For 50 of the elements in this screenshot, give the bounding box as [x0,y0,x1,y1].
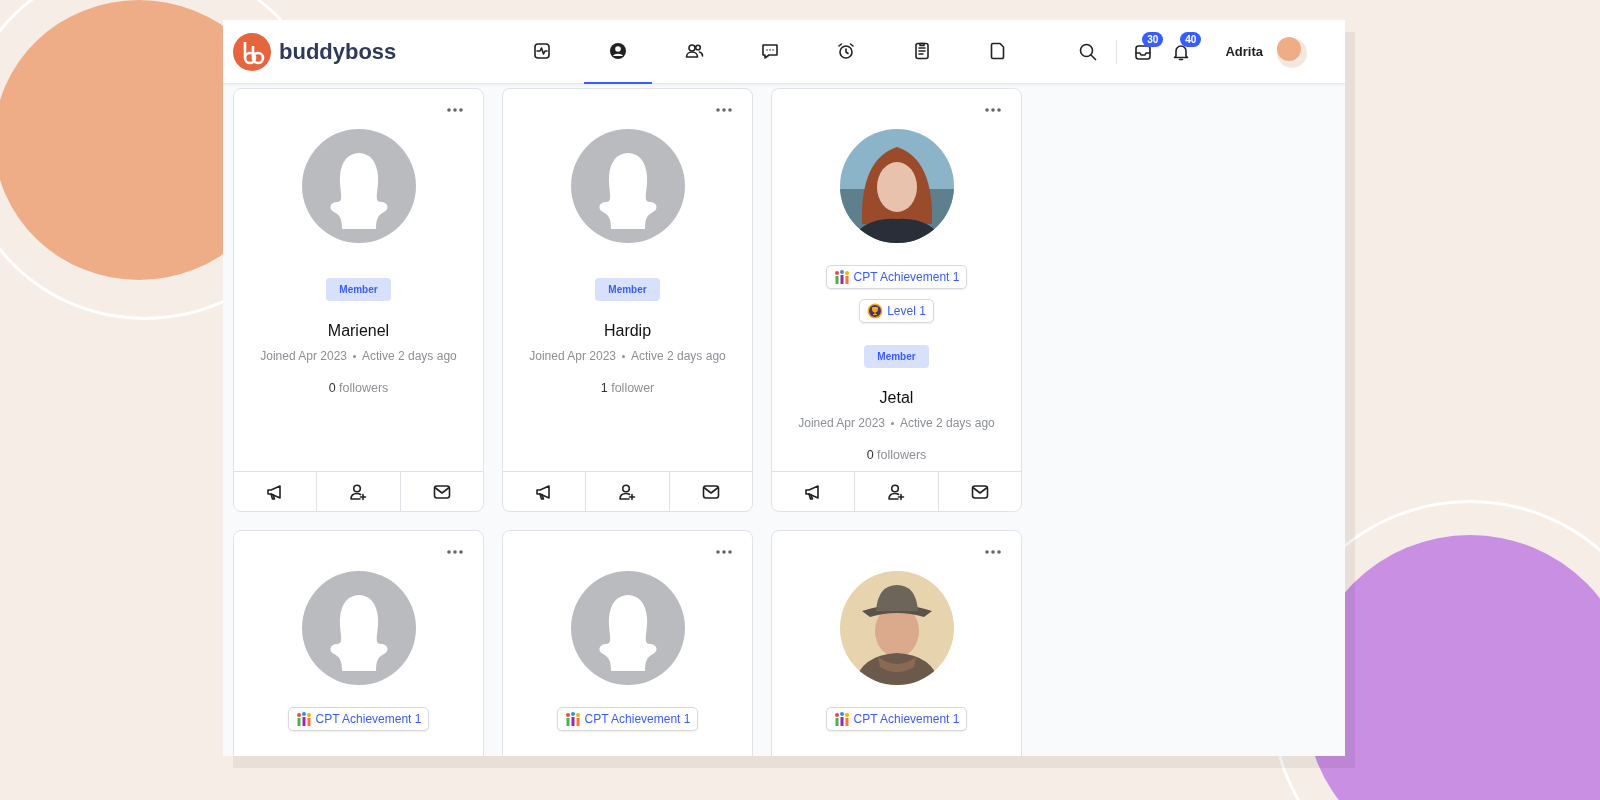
member-name[interactable]: Jetal [879,386,914,410]
last-active: Active 2 days ago [900,415,995,432]
followers-count: 0 followers [866,447,927,464]
more-icon [716,107,732,112]
count-badge: 40 [1180,31,1202,47]
followers-count: 1 follower [600,380,655,397]
member-name[interactable]: Hardip [603,319,652,343]
level-badge[interactable]: Level 1 [859,299,934,323]
separator-dot [622,354,625,358]
search-icon[interactable] [1078,41,1099,62]
more-icon [447,107,463,112]
separator-dot [891,421,894,425]
avatar-placeholder-icon [570,571,685,685]
achievement-badge[interactable]: CPT Achievement 1 [287,707,430,731]
more-icon [716,549,732,554]
achievement-badge[interactable]: CPT Achievement 1 [825,707,968,731]
achievement-badge[interactable]: CPT Achievement 1 [825,265,968,289]
add-user-icon [348,481,369,502]
user-name[interactable]: Adrita [1225,41,1263,62]
avatar-placeholder-icon [301,129,416,243]
last-active: Active 2 days ago [362,348,457,365]
member-name[interactable]: Marienel [327,319,390,343]
avatar-placeholder-icon [301,571,416,685]
alarm-clock-icon [836,40,857,61]
member-type-tag: Member [864,345,929,368]
more-icon [985,549,1001,554]
more-icon [447,549,463,554]
last-active: Active 2 days ago [631,348,726,365]
trophy-medal-icon [867,303,884,319]
more-icon [985,107,1001,112]
add-user-icon [617,481,638,502]
count-badge: 30 [1142,31,1164,47]
joined-date: Joined Apr 2023 [798,415,885,432]
joined-date: Joined Apr 2023 [529,348,616,365]
logo-icon[interactable] [233,32,271,71]
add-user-icon [886,481,907,502]
member-type-tag: Member [595,278,660,301]
avatar-placeholder-icon [570,129,685,243]
user-circle-icon [608,40,629,61]
achievement-badge[interactable]: CPT Achievement 1 [556,707,699,731]
member-type-tag: Member [326,278,391,301]
achievement-people-icon [833,269,850,285]
achievement-people-icon [564,711,581,727]
separator-dot [353,354,356,358]
brand-name: buddyboss [279,38,397,66]
achievement-people-icon [295,711,312,727]
joined-date: Joined Apr 2023 [260,348,347,365]
followers-count: 0 followers [328,380,389,397]
achievement-people-icon [833,711,850,727]
square-pulse-icon [532,40,553,61]
